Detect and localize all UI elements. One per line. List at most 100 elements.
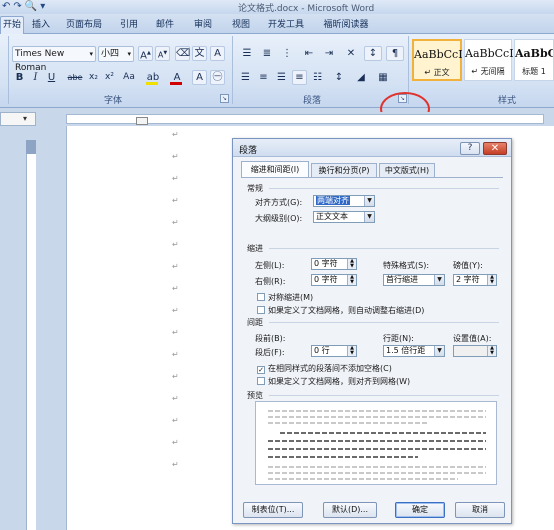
font-color-swatch: [170, 82, 182, 85]
right-indent-label: 右侧(R):: [255, 277, 286, 286]
tab-foxit-reader[interactable]: 福昕阅读器: [318, 17, 374, 33]
snap-to-grid-checkbox[interactable]: 如果定义了文档网格，则对齐到网格(W): [257, 376, 410, 387]
alignment-select[interactable]: 两端对齐 ▼: [313, 195, 375, 207]
paragraph-mark: ↵: [172, 438, 179, 447]
line-spacing-select[interactable]: 1.5 倍行距 ▼: [383, 345, 445, 357]
subscript-button[interactable]: x₂: [86, 70, 101, 85]
justify-icon[interactable]: ≡: [292, 70, 307, 85]
outline-level-select[interactable]: 正文文本 ▼: [313, 211, 375, 223]
tab-review[interactable]: 审阅: [190, 17, 216, 33]
spacing-at-label: 设置值(A):: [453, 334, 492, 343]
bold-button[interactable]: B: [12, 70, 27, 85]
font-size-combo[interactable]: 小四 ▾: [98, 46, 134, 62]
help-button[interactable]: ?: [460, 142, 480, 155]
spinner-arrows-icon[interactable]: ▲ ▼: [347, 346, 356, 356]
no-space-same-style-checkbox[interactable]: ✓ 在相同样式的段落间不添加空格(C): [257, 363, 392, 374]
dialog-title-bar[interactable]: 段落 ? ✕: [233, 139, 511, 157]
set-default-button[interactable]: 默认(D)...: [323, 502, 377, 518]
paragraph-mark: ↵: [172, 394, 179, 403]
multilevel-list-icon[interactable]: ⋮: [278, 46, 296, 61]
group-separator: [8, 36, 9, 104]
font-dialog-launcher[interactable]: ↘: [220, 94, 229, 103]
cancel-button[interactable]: 取消: [455, 502, 505, 518]
change-case-button[interactable]: Aa: [120, 70, 138, 85]
spinner-arrows-icon[interactable]: ▲ ▼: [487, 346, 496, 356]
tab-line-page-breaks[interactable]: 换行和分页(P): [311, 163, 377, 178]
style-heading-1[interactable]: AaBbC 标题 1: [514, 39, 554, 81]
tab-indents-spacing[interactable]: 缩进和间距(I): [241, 161, 309, 178]
paragraph-mark: ↵: [172, 130, 179, 139]
align-left-icon[interactable]: ☰: [238, 70, 253, 85]
shrink-font-icon[interactable]: A▼: [155, 46, 170, 61]
checkbox-box[interactable]: [257, 306, 265, 314]
left-indent-value: 0 字符: [314, 259, 338, 268]
line-spacing-icon[interactable]: ↕: [330, 70, 348, 85]
tab-page-layout[interactable]: 页面布局: [62, 17, 106, 33]
font-name-combo[interactable]: Times New Roman ▾: [12, 46, 96, 73]
tabs-button[interactable]: 制表位(T)...: [243, 502, 303, 518]
tab-home[interactable]: 开始: [0, 16, 24, 35]
show-marks-icon[interactable]: ¶: [386, 46, 404, 61]
bullets-icon[interactable]: ☰: [238, 46, 256, 61]
tab-insert[interactable]: 插入: [28, 17, 54, 33]
tab-references[interactable]: 引用: [116, 17, 142, 33]
spinner-arrows-icon[interactable]: ▲ ▼: [347, 259, 356, 269]
borders-icon[interactable]: ▦: [374, 70, 392, 85]
tab-developer[interactable]: 开发工具: [264, 17, 308, 33]
tab-mailings[interactable]: 邮件: [152, 17, 178, 33]
clear-format-icon[interactable]: ⌫: [175, 46, 190, 61]
grow-font-icon[interactable]: A▲: [138, 46, 153, 61]
align-right-icon[interactable]: ☰: [274, 70, 289, 85]
space-before-spinner[interactable]: 0 行 ▲ ▼: [311, 345, 357, 357]
spinner-arrows-icon[interactable]: ▲ ▼: [487, 275, 496, 285]
paragraph-dialog: 段落 ? ✕ 缩进和间距(I) 换行和分页(P) 中文版式(H) 常规 对齐方式…: [232, 138, 512, 524]
auto-adjust-right-indent-checkbox[interactable]: 如果定义了文档网格，则自动调整右缩进(D): [257, 305, 424, 316]
mirror-indents-checkbox[interactable]: 对称缩进(M): [257, 292, 313, 303]
character-shading-button[interactable]: A: [192, 70, 207, 85]
sort-icon[interactable]: ↕: [364, 46, 382, 61]
numbering-icon[interactable]: ≣: [258, 46, 276, 61]
paragraph-mark: ↵: [172, 372, 179, 381]
section-divider: [269, 248, 499, 249]
font-color-button[interactable]: A: [168, 70, 186, 85]
increase-indent-icon[interactable]: ⇥: [320, 46, 338, 61]
undo-icon[interactable]: ↶: [2, 1, 10, 13]
checkbox-box[interactable]: [257, 293, 265, 301]
right-indent-spinner[interactable]: 0 字符 ▲ ▼: [311, 274, 357, 286]
superscript-button[interactable]: x²: [102, 70, 117, 85]
close-button[interactable]: ✕: [483, 142, 507, 155]
indent-marker[interactable]: [136, 117, 148, 125]
style-no-spacing[interactable]: AaBbCcI ↵ 无间隔: [464, 39, 514, 81]
phonetic-guide-icon[interactable]: 文: [192, 46, 207, 61]
style-normal[interactable]: AaBbCcI ↵ 正文: [412, 39, 463, 81]
italic-button[interactable]: I: [28, 70, 43, 85]
enclose-characters-icon[interactable]: ㊀: [210, 70, 225, 85]
highlight-color-button[interactable]: ab: [144, 70, 162, 85]
spacing-at-spinner[interactable]: ▲ ▼: [453, 345, 497, 357]
underline-button[interactable]: U: [44, 70, 59, 85]
align-center-icon[interactable]: ≡: [256, 70, 271, 85]
paragraph-mark: ↵: [172, 262, 179, 271]
special-format-select[interactable]: 首行缩进 ▼: [383, 274, 445, 286]
ok-button[interactable]: 确定: [395, 502, 445, 518]
redo-icon[interactable]: ↷: [13, 1, 21, 13]
strikethrough-button[interactable]: abe: [66, 70, 84, 85]
tab-panel-border: [241, 177, 503, 178]
tab-asian-typography[interactable]: 中文版式(H): [379, 163, 435, 178]
shading-icon[interactable]: ◢: [352, 70, 370, 85]
tab-selector[interactable]: ▾: [0, 112, 36, 126]
print-preview-icon[interactable]: 🔍: [25, 1, 37, 13]
paragraph-mark: ↵: [172, 152, 179, 161]
tab-view[interactable]: 视图: [228, 17, 254, 33]
chinese-layout-icon[interactable]: ✕: [342, 46, 360, 61]
decrease-indent-icon[interactable]: ⇤: [300, 46, 318, 61]
distributed-icon[interactable]: ☷: [310, 70, 325, 85]
checkbox-checked[interactable]: ✓: [257, 366, 265, 374]
left-indent-spinner[interactable]: 0 字符 ▲ ▼: [311, 258, 357, 270]
checkbox-box[interactable]: [257, 377, 265, 385]
vertical-ruler[interactable]: [26, 140, 36, 530]
indent-by-spinner[interactable]: 2 字符 ▲ ▼: [453, 274, 497, 286]
customize-qat-icon[interactable]: ▾: [40, 1, 45, 13]
character-border-icon[interactable]: A: [210, 46, 225, 61]
spinner-arrows-icon[interactable]: ▲ ▼: [347, 275, 356, 285]
